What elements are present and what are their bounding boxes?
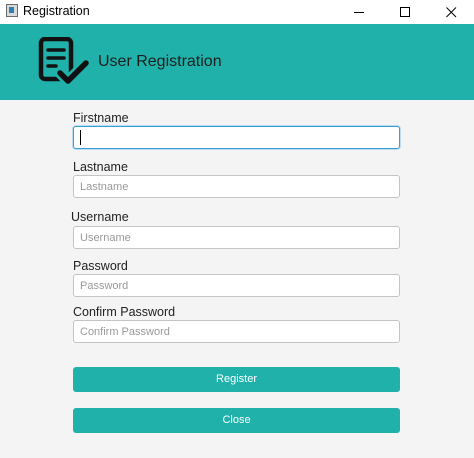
firstname-label: Firstname [73,111,129,125]
maximize-button[interactable] [382,0,428,24]
app-icon [6,4,18,17]
close-window-button[interactable] [428,0,474,24]
confirm-password-field[interactable] [73,320,400,343]
password-label: Password [73,259,128,273]
close-icon [446,7,457,18]
text-caret [80,130,81,145]
register-button[interactable]: Register [73,367,400,392]
username-label: Username [71,210,129,224]
registration-window: Registration User Registration Firstname… [0,0,474,458]
title-bar[interactable]: Registration [0,0,474,24]
lastname-label: Lastname [73,160,128,174]
header-banner: User Registration [0,24,474,100]
username-field[interactable] [73,226,400,249]
close-button[interactable]: Close [73,408,400,433]
confirm-password-label: Confirm Password [73,305,176,319]
minimize-button[interactable] [336,0,382,24]
password-field[interactable] [73,274,400,297]
clipboard-check-icon [38,37,92,87]
lastname-field[interactable] [73,175,400,198]
firstname-field[interactable] [73,126,400,149]
page-title: User Registration [98,53,222,70]
window-title: Registration [23,4,90,18]
minimize-icon [354,12,364,13]
maximize-icon [400,7,410,17]
